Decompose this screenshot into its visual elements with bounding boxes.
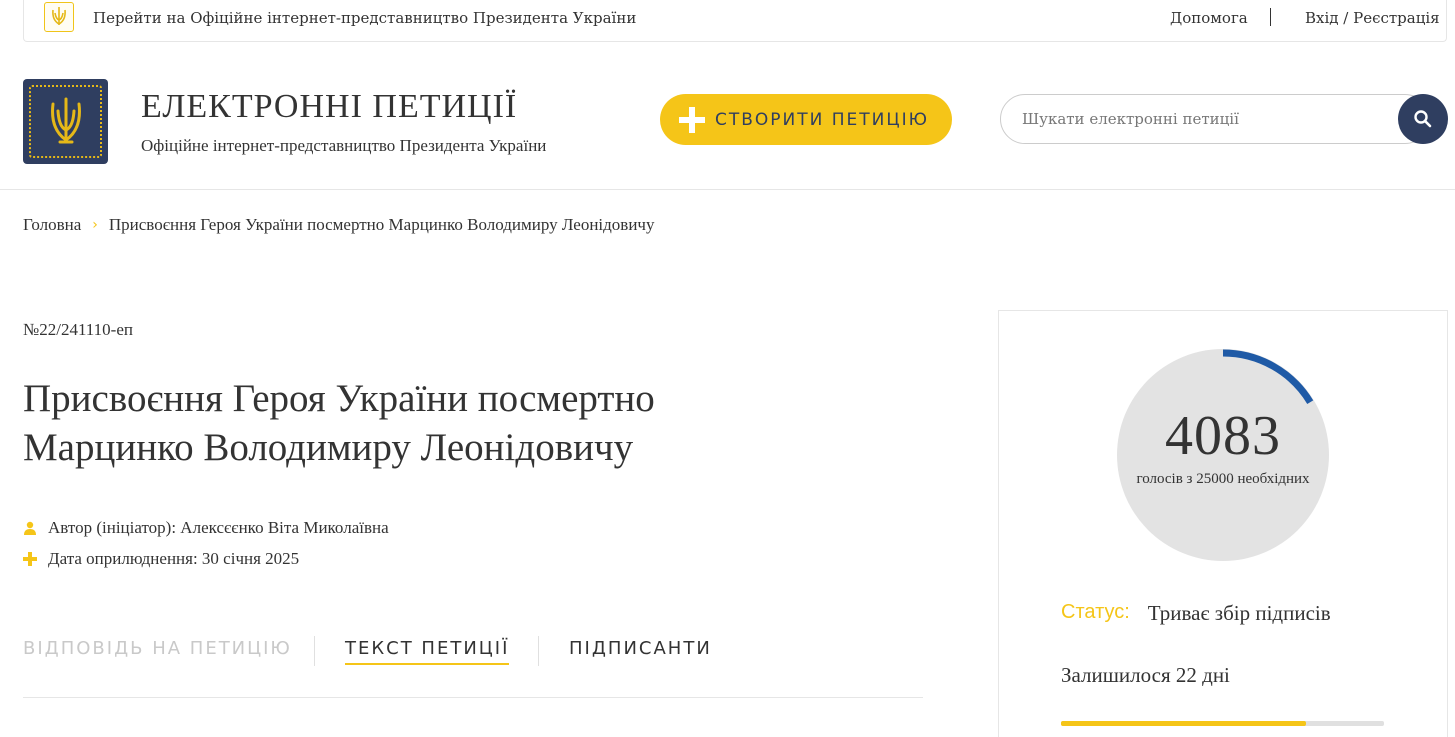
tab-petition-text[interactable]: ТЕКСТ ПЕТИЦІЇ <box>345 638 510 665</box>
trident-emblem-icon[interactable] <box>44 2 74 32</box>
site-title: ЕЛЕКТРОННІ ПЕТИЦІЇ <box>141 88 518 125</box>
days-remaining: Залишилося 22 дні <box>1061 663 1230 687</box>
search-bar <box>1000 94 1448 144</box>
trident-logo-icon <box>29 85 102 158</box>
votes-gauge: 4083 голосів з 25000 необхідних <box>1117 349 1329 561</box>
petition-tabs: ВІДПОВІДЬ НА ПЕТИЦІЮ ТЕКСТ ПЕТИЦІЇ ПІДПИ… <box>23 636 923 698</box>
tab-answer[interactable]: ВІДПОВІДЬ НА ПЕТИЦІЮ <box>23 638 292 659</box>
petition-author-text: Автор (ініціатор): Алексєєнко Віта Микол… <box>48 518 389 537</box>
time-progress-bar <box>1061 721 1384 726</box>
petition-title: Присвоєння Героя України посмертно Марци… <box>23 377 655 469</box>
tab-divider <box>538 636 539 666</box>
votes-count: 4083 <box>1165 405 1281 467</box>
breadcrumb-home-link[interactable]: Головна <box>23 215 81 235</box>
create-petition-label: СТВОРИТИ ПЕТИЦІЮ <box>715 109 929 130</box>
plus-icon <box>23 552 37 566</box>
search-icon <box>1414 110 1432 128</box>
plus-icon <box>679 106 705 133</box>
time-progress-fill <box>1061 721 1307 726</box>
search-input[interactable] <box>1000 94 1430 144</box>
petition-date: Дата оприлюднення: 30 січня 2025 <box>23 549 299 569</box>
help-link[interactable]: Допомога <box>1170 9 1248 27</box>
topbar-divider <box>1270 8 1271 26</box>
login-register-link[interactable]: Вхід / Реєстрація <box>1305 9 1440 27</box>
petition-date-text: Дата оприлюднення: 30 січня 2025 <box>48 549 300 568</box>
chevron-right-icon: › <box>92 217 98 233</box>
petition-author: Автор (ініціатор): Алексєєнко Віта Микол… <box>23 518 389 538</box>
breadcrumb-current: Присвоєння Героя України посмертно Марци… <box>108 215 655 234</box>
tab-divider <box>314 636 315 666</box>
search-button[interactable] <box>1398 94 1448 144</box>
tab-signers[interactable]: ПІДПИСАНТИ <box>569 638 712 659</box>
status-label: Статус: <box>1061 601 1130 623</box>
site-logo[interactable] <box>23 79 108 164</box>
header-divider <box>0 189 1455 190</box>
site-subtitle: Офіційне інтернет-представництво Президе… <box>141 136 547 155</box>
petition-stats-panel: 4083 голосів з 25000 необхідних Статус: … <box>998 310 1448 737</box>
petition-status: Статус: Триває збір підписів <box>1061 601 1331 626</box>
status-value: Триває збір підписів <box>1147 601 1331 625</box>
breadcrumb: Головна › Присвоєння Героя України посме… <box>23 215 654 235</box>
votes-caption: голосів з 25000 необхідних <box>1136 471 1310 487</box>
top-bar: Перейти на Офіційне інтернет-представниц… <box>23 0 1447 42</box>
user-icon <box>24 521 36 535</box>
petition-number: №22/241110-еп <box>23 320 133 339</box>
president-site-link[interactable]: Перейти на Офіційне інтернет-представниц… <box>93 9 636 27</box>
create-petition-button[interactable]: СТВОРИТИ ПЕТИЦІЮ <box>660 94 952 145</box>
